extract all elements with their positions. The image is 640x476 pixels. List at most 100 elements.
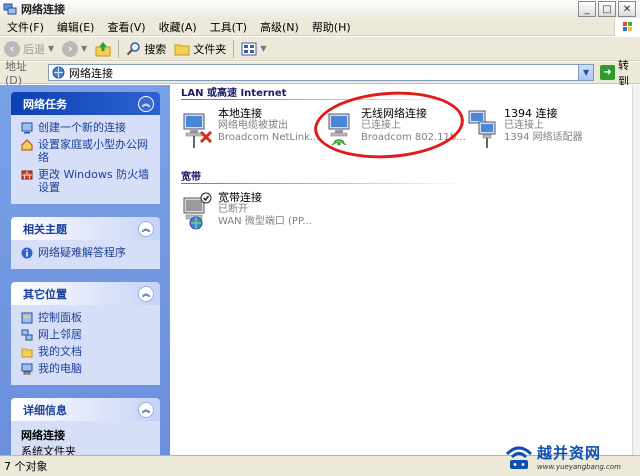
go-arrow-icon: ➜ [600, 65, 616, 80]
menu-file[interactable]: 文件(F) [0, 19, 50, 35]
related-topics-body: 网络疑难解答程序 [11, 240, 160, 269]
collapse-icon[interactable]: ︽ [138, 95, 154, 112]
details-header[interactable]: 详细信息 ︽ [11, 398, 160, 421]
status-object-count: 7 个对象 [4, 460, 48, 473]
toolbar: ‹ 后退 ▼ › ▼ 搜索 文件夹 ▼ [0, 37, 640, 61]
network-connections-icon [3, 3, 17, 15]
task-firewall-settings[interactable]: 更改 Windows 防火墙设置 [21, 168, 154, 194]
connection-name: 本地连接 [218, 107, 262, 120]
toolbar-separator [233, 39, 235, 58]
forward-arrow-icon: › [62, 40, 79, 57]
place-network-neighborhood[interactable]: 网上邻居 [21, 328, 154, 341]
address-input[interactable]: 网络连接 ▼ [48, 64, 595, 81]
connection-device: 1394 网络适配器 [504, 132, 583, 143]
collapse-icon[interactable]: ︽ [138, 401, 154, 418]
search-label: 搜索 [144, 42, 167, 56]
back-button[interactable]: ‹ 后退 ▼ [0, 38, 58, 60]
task-pane: 网络任务 ︽ 创建一个新的连接 设置家庭或小型办公网络 更改 Windows 防… [0, 85, 170, 465]
task-label: 网络疑难解答程序 [38, 246, 126, 259]
other-places-header[interactable]: 其它位置 ︽ [11, 282, 160, 305]
task-troubleshooter[interactable]: 网络疑难解答程序 [21, 246, 154, 259]
up-button[interactable] [91, 38, 115, 60]
other-places-panel: 其它位置 ︽ 控制面板 网上邻居 我的文档 我的电脑 [11, 282, 160, 385]
chevron-down-icon: ▼ [48, 44, 55, 53]
connection-local[interactable]: 本地连接 网络电缆被拔出 Broadcom NetLink... [181, 106, 324, 169]
connection-name: 1394 连接 [504, 107, 558, 120]
group-divider [181, 183, 591, 184]
broadband-connections-row: 宽带连接 已断开 WAN 微型端口 (PP... [181, 190, 632, 253]
menu-bar: 文件(F) 编辑(E) 查看(V) 收藏(A) 工具(T) 高级(N) 帮助(H… [0, 18, 640, 36]
place-my-documents[interactable]: 我的文档 [21, 345, 154, 358]
collapse-icon[interactable]: ︽ [138, 285, 154, 302]
minimize-button[interactable]: _ [578, 1, 596, 17]
other-places-title: 其它位置 [23, 287, 67, 301]
search-icon [127, 42, 141, 56]
connection-status: 已断开 [218, 204, 248, 215]
network-tasks-body: 创建一个新的连接 设置家庭或小型办公网络 更改 Windows 防火墙设置 [11, 115, 160, 204]
network-tasks-title: 网络任务 [23, 97, 67, 111]
menu-help[interactable]: 帮助(H) [305, 19, 357, 35]
task-home-network[interactable]: 设置家庭或小型办公网络 [21, 138, 154, 164]
title-bar: 网络连接 _ □ ✕ [0, 0, 640, 18]
vertical-scrollbar[interactable] [632, 85, 640, 455]
toolbar-separator [118, 39, 120, 58]
connection-name: 宽带连接 [218, 191, 262, 204]
broadband-connection-icon [183, 192, 212, 230]
task-create-connection[interactable]: 创建一个新的连接 [21, 121, 154, 134]
back-label: 后退 [23, 42, 45, 56]
views-icon [241, 42, 257, 55]
new-connection-icon [21, 122, 33, 134]
other-places-body: 控制面板 网上邻居 我的文档 我的电脑 [11, 305, 160, 385]
back-arrow-icon: ‹ [4, 40, 20, 57]
connection-device: Broadcom NetLink... [218, 132, 320, 143]
site-watermark: 越并资网 www.yueyangbang.com [504, 438, 636, 474]
address-dropdown-button[interactable]: ▼ [578, 65, 594, 80]
address-label: 地址(D) [5, 60, 27, 87]
menu-tools[interactable]: 工具(T) [203, 19, 253, 35]
collapse-icon[interactable]: ︽ [138, 220, 154, 237]
group-header-broadband: 宽带 [181, 172, 201, 183]
close-button[interactable]: ✕ [618, 1, 636, 17]
network-tasks-header[interactable]: 网络任务 ︽ [11, 92, 160, 115]
folder-up-icon [95, 41, 111, 56]
home-network-icon [21, 139, 33, 151]
folders-label: 文件夹 [193, 42, 227, 56]
forward-button[interactable]: › ▼ [58, 38, 91, 60]
task-label: 创建一个新的连接 [38, 121, 126, 134]
watermark-name: 越并资网 [537, 443, 602, 462]
watermark-logo-icon [505, 446, 533, 469]
address-value: 网络连接 [69, 66, 113, 80]
connection-broadband[interactable]: 宽带连接 已断开 WAN 微型端口 (PP... [181, 190, 324, 253]
menu-edit[interactable]: 编辑(E) [50, 19, 101, 35]
menu-favorites[interactable]: 收藏(A) [152, 19, 203, 35]
my-documents-icon [21, 348, 33, 358]
details-name: 网络连接 [21, 429, 65, 442]
maximize-button[interactable]: □ [598, 1, 616, 17]
address-bar: 地址(D) 网络连接 ▼ ➜ 转到 [0, 59, 640, 88]
search-button[interactable]: 搜索 [122, 38, 170, 60]
menu-advanced[interactable]: 高级(N) [253, 19, 305, 35]
connection-status: 已连接上 [504, 120, 544, 131]
go-label: 转到 [618, 58, 630, 88]
connection-1394[interactable]: 1394 连接 已连接上 1394 网络适配器 [467, 106, 610, 169]
network-connections-icon [52, 66, 65, 79]
place-label: 我的文档 [38, 345, 82, 358]
go-button[interactable]: ➜ 转到 [600, 57, 640, 89]
folder-icon [174, 44, 190, 55]
watermark-url: www.yueyangbang.com [537, 462, 621, 471]
menu-view[interactable]: 查看(V) [100, 19, 151, 35]
place-control-panel[interactable]: 控制面板 [21, 311, 154, 324]
related-topics-header[interactable]: 相关主题 ︽ [11, 217, 160, 240]
windows-logo [614, 18, 640, 36]
details-title: 详细信息 [23, 403, 67, 417]
place-my-computer[interactable]: 我的电脑 [21, 362, 154, 375]
my-computer-icon [21, 363, 33, 375]
connection-status: 网络电缆被拔出 [218, 120, 288, 131]
windows-flag-icon [623, 22, 632, 31]
folders-button[interactable]: 文件夹 [170, 38, 230, 60]
related-topics-title: 相关主题 [23, 222, 67, 236]
control-panel-icon [21, 312, 33, 324]
views-button[interactable]: ▼ [237, 38, 270, 60]
info-icon [21, 247, 33, 259]
place-label: 控制面板 [38, 311, 82, 324]
